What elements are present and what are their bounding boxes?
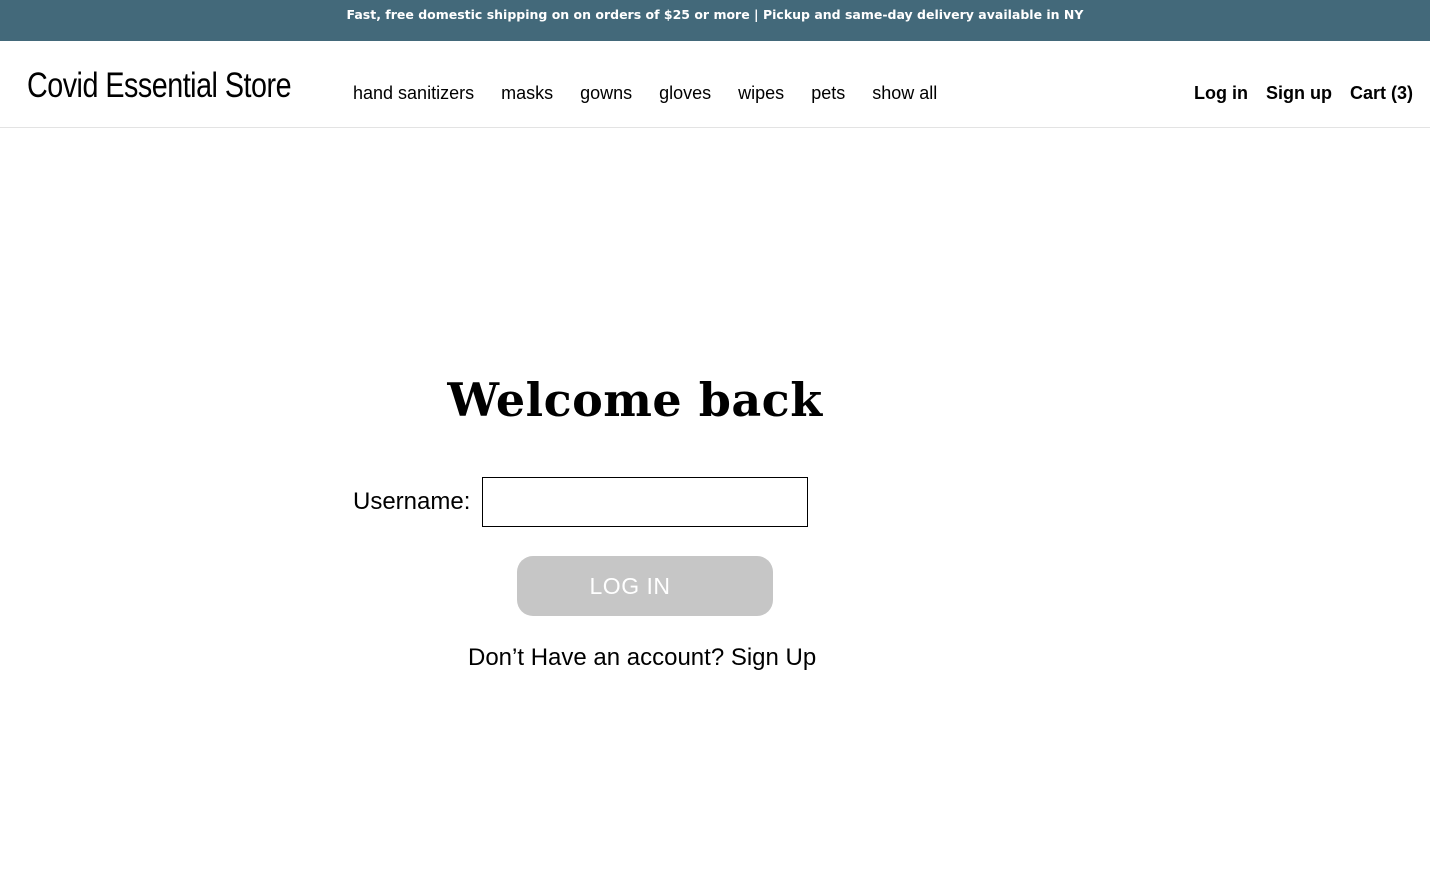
announcement-bar: Fast, free domestic shipping on on order…	[0, 0, 1430, 41]
login-link[interactable]: Log in	[1194, 81, 1248, 105]
nav-item-wipes[interactable]: wipes	[738, 81, 784, 105]
username-label: Username:	[353, 488, 471, 515]
nav-item-gowns[interactable]: gowns	[580, 81, 632, 105]
nav-item-hand-sanitizers[interactable]: hand sanitizers	[353, 81, 474, 105]
nav-item-pets[interactable]: pets	[811, 81, 845, 105]
signup-prompt-link[interactable]: Sign Up	[731, 644, 816, 671]
announcement-text: Fast, free domestic shipping on on order…	[346, 7, 1084, 22]
nav-item-gloves[interactable]: gloves	[659, 81, 711, 105]
signup-link[interactable]: Sign up	[1266, 81, 1332, 105]
login-button[interactable]: LOG IN	[517, 556, 773, 616]
account-nav: Log in Sign up Cart (3)	[1194, 81, 1413, 105]
username-input[interactable]	[482, 477, 808, 527]
main-nav: hand sanitizers masks gowns gloves wipes…	[353, 81, 937, 105]
store-logo[interactable]: Covid Essential Store	[27, 65, 292, 107]
nav-item-show-all[interactable]: show all	[872, 81, 937, 105]
cart-link[interactable]: Cart (3)	[1350, 81, 1413, 105]
site-header: Covid Essential Store hand sanitizers ma…	[0, 41, 1430, 128]
page-title: Welcome back	[447, 373, 823, 427]
nav-item-masks[interactable]: masks	[501, 81, 553, 105]
signup-prompt-text: Don’t Have an account?	[468, 644, 725, 671]
signup-prompt: Don’t Have an account? Sign Up	[468, 644, 816, 672]
